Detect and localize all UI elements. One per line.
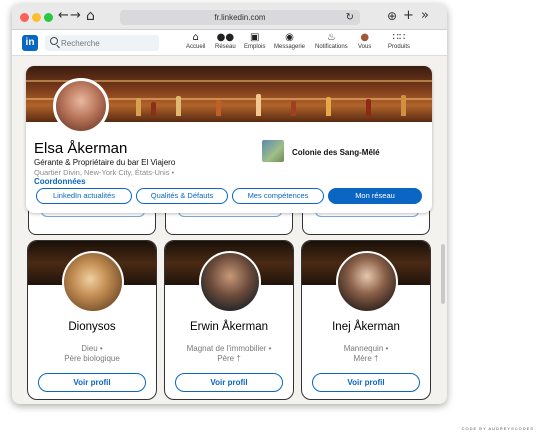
browser-toolbar: ← → ⌂ fr.linkedin.com ↻ ⊕ + » bbox=[12, 4, 447, 30]
browser-window: ← → ⌂ fr.linkedin.com ↻ ⊕ + » in ⌂ Accue… bbox=[12, 4, 447, 404]
back-arrow-icon[interactable]: ← bbox=[58, 8, 69, 24]
card-name: Erwin Åkerman bbox=[190, 321, 268, 333]
nav-label: Produits bbox=[388, 44, 411, 50]
search-input[interactable] bbox=[45, 35, 159, 51]
profile-card: Elsa Åkerman Gérante & Propriétaire du b… bbox=[26, 66, 432, 213]
network-card: Erwin Åkerman Magnat de l'immobilier • P… bbox=[164, 240, 294, 400]
home-icon[interactable]: ⌂ bbox=[86, 8, 95, 24]
tab-news[interactable]: LinkedIn actualités bbox=[36, 188, 132, 204]
linkedin-logo[interactable]: in bbox=[22, 35, 38, 51]
bottle bbox=[401, 95, 406, 116]
grid-icon: ∷∷ bbox=[392, 32, 406, 43]
nav-label: Messagerie bbox=[274, 44, 306, 50]
card-relation: Père † bbox=[217, 354, 241, 363]
forward-arrow-icon[interactable]: → bbox=[70, 8, 81, 24]
card-occupation: Dieu • bbox=[81, 344, 103, 353]
more-tabs-icon[interactable]: » bbox=[421, 8, 429, 24]
card-name: Dionysos bbox=[68, 321, 116, 333]
download-icon[interactable]: ⊕ bbox=[387, 8, 397, 24]
bottle bbox=[136, 98, 141, 116]
reload-icon[interactable]: ↻ bbox=[346, 10, 354, 25]
nav-item-jobs[interactable]: ▣ Emplois bbox=[244, 32, 265, 50]
message-icon: ◉ bbox=[285, 32, 294, 43]
nav-label: Accueil bbox=[186, 44, 206, 50]
address-bar[interactable]: fr.linkedin.com ↻ bbox=[120, 10, 360, 25]
card-avatar[interactable] bbox=[199, 251, 261, 313]
bottle bbox=[176, 96, 181, 116]
home-icon: ⌂ bbox=[192, 32, 199, 43]
nav-label: Notifications bbox=[315, 44, 348, 50]
new-tab-icon[interactable]: + bbox=[403, 8, 414, 24]
tab-skills[interactable]: Mes compétences bbox=[232, 188, 324, 204]
linkedin-navbar: in ⌂ Accueil ●● Réseau ▣ Emplois ◉ Messa… bbox=[12, 30, 447, 56]
card-occupation: Magnat de l'immobilier • bbox=[186, 344, 272, 353]
nav-item-products[interactable]: ∷∷ Produits bbox=[388, 32, 410, 50]
profile-avatar[interactable] bbox=[53, 78, 109, 134]
search-icon bbox=[50, 37, 58, 45]
avatar-icon: ● bbox=[360, 32, 370, 43]
bottle bbox=[151, 102, 156, 116]
view-profile-button[interactable]: Voir profil bbox=[175, 373, 283, 392]
card-name: Inej Åkerman bbox=[332, 321, 400, 333]
network-icon: ●● bbox=[216, 32, 235, 43]
bell-icon: ♨ bbox=[326, 32, 336, 43]
bottle bbox=[326, 97, 331, 116]
network-card: Inej Åkerman Mannequin • Mère † Voir pro… bbox=[301, 240, 431, 400]
view-profile-button[interactable]: Voir profil bbox=[38, 373, 146, 392]
card-occupation: Mannequin • bbox=[343, 344, 389, 353]
nav-item-notifications[interactable]: ♨ Notifications bbox=[315, 32, 348, 50]
view-profile-button[interactable]: Voir profil bbox=[312, 373, 420, 392]
credit-text: CODE BY AUDREYSCODES bbox=[461, 426, 534, 431]
bottle bbox=[366, 99, 371, 116]
nav-label: Réseau bbox=[215, 44, 236, 50]
maximize-window-button[interactable] bbox=[44, 13, 53, 22]
network-card: Dionysos Dieu • Père biologique Voir pro… bbox=[27, 240, 157, 400]
profile-name: Elsa Åkerman bbox=[34, 140, 128, 157]
nav-item-home[interactable]: ⌂ Accueil bbox=[186, 32, 205, 50]
scrollbar[interactable] bbox=[441, 244, 445, 304]
card-relation: Père biologique bbox=[64, 354, 120, 363]
bottle bbox=[256, 94, 261, 116]
nav-label: Emplois bbox=[244, 44, 266, 50]
briefcase-icon: ▣ bbox=[249, 32, 260, 43]
contact-info-link[interactable]: Coordonnées bbox=[34, 177, 86, 186]
nav-item-network[interactable]: ●● Réseau bbox=[215, 32, 236, 50]
card-relation: Mère † bbox=[353, 354, 379, 363]
profile-headline: Gérante & Propriétaire du bar El Viajero bbox=[34, 158, 176, 167]
nav-item-me[interactable]: ● Vous bbox=[358, 32, 371, 50]
company-name[interactable]: Colonie des Sang-Mêlé bbox=[292, 148, 380, 157]
tab-qualities[interactable]: Qualités & Défauts bbox=[136, 188, 228, 204]
minimize-window-button[interactable] bbox=[32, 13, 41, 22]
profile-location: Quartier Divin, New-York City, États-Uni… bbox=[34, 168, 175, 177]
company-logo[interactable] bbox=[262, 140, 284, 162]
card-avatar[interactable] bbox=[336, 251, 398, 313]
nav-item-messaging[interactable]: ◉ Messagerie bbox=[274, 32, 305, 50]
url-text: fr.linkedin.com bbox=[214, 13, 266, 22]
nav-label: Vous bbox=[358, 44, 372, 50]
tab-network[interactable]: Mon réseau bbox=[328, 188, 422, 204]
card-avatar[interactable] bbox=[62, 251, 124, 313]
bottle bbox=[216, 100, 221, 116]
close-window-button[interactable] bbox=[20, 13, 29, 22]
bottle bbox=[291, 101, 296, 116]
